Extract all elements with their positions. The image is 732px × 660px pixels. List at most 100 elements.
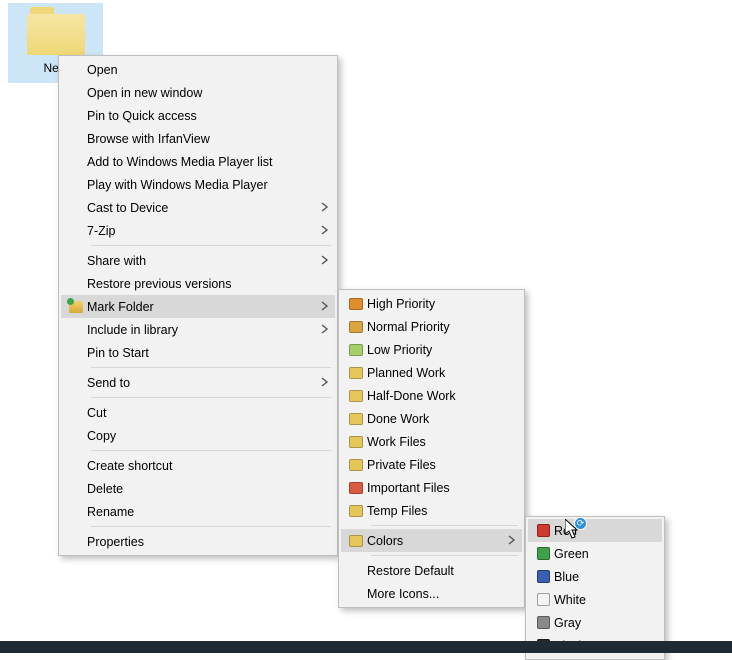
- menu-item-done-work[interactable]: Done Work: [341, 407, 522, 430]
- menu-item-label: Private Files: [367, 458, 504, 472]
- menu-item-label: White: [554, 593, 644, 607]
- menu-item-red[interactable]: Red: [528, 519, 662, 542]
- menu-item-low-priority[interactable]: Low Priority: [341, 338, 522, 361]
- menu-item-delete[interactable]: Delete: [61, 477, 335, 500]
- menu-item-label: Normal Priority: [367, 320, 504, 334]
- chevron-right-icon: [317, 224, 329, 238]
- menu-item-7zip[interactable]: 7-Zip: [61, 219, 335, 242]
- menu-item-restore-default[interactable]: Restore Default: [341, 559, 522, 582]
- menu-item-add-wmp[interactable]: Add to Windows Media Player list: [61, 150, 335, 173]
- menu-item-label: Low Priority: [367, 343, 504, 357]
- menu-item-open[interactable]: Open: [61, 58, 335, 81]
- menu-item-include-lib[interactable]: Include in library: [61, 318, 335, 341]
- menu-item-shortcut[interactable]: Create shortcut: [61, 454, 335, 477]
- chevron-right-icon: [504, 534, 516, 548]
- menu-item-rename[interactable]: Rename: [61, 500, 335, 523]
- menu-item-green[interactable]: Green: [528, 542, 662, 565]
- color-swatch-icon: [532, 593, 554, 606]
- menu-item-label: Restore previous versions: [87, 277, 317, 291]
- menu-item-more-icons[interactable]: More Icons...: [341, 582, 522, 605]
- menu-item-label: Half-Done Work: [367, 389, 504, 403]
- taskbar: [0, 641, 732, 653]
- separator: [91, 397, 331, 398]
- menu-item-important[interactable]: Important Files: [341, 476, 522, 499]
- menu-item-label: High Priority: [367, 297, 504, 311]
- menu-item-white[interactable]: White: [528, 588, 662, 611]
- folder-color-icon: [345, 344, 367, 356]
- folder-color-icon: [345, 367, 367, 379]
- folder-icon: [27, 7, 85, 55]
- chevron-right-icon: [317, 201, 329, 215]
- menu-item-label: Rename: [87, 505, 317, 519]
- color-swatch-icon: [532, 570, 554, 583]
- color-swatch-icon: [532, 547, 554, 560]
- submenu-colors: RedGreenBlueWhiteGrayBlack: [525, 516, 665, 660]
- submenu-mark-folder: High Priority Normal Priority Low Priority…: [338, 289, 525, 608]
- separator: [91, 526, 331, 527]
- menu-item-label: Create shortcut: [87, 459, 317, 473]
- menu-item-label: Important Files: [367, 481, 504, 495]
- folder-color-icon: [345, 298, 367, 310]
- folder-color-icon: [345, 459, 367, 471]
- menu-item-label: Add to Windows Media Player list: [87, 155, 317, 169]
- menu-item-label: Open: [87, 63, 317, 77]
- menu-item-label: Blue: [554, 570, 644, 584]
- menu-item-label: Properties: [87, 535, 317, 549]
- menu-item-label: Restore Default: [367, 564, 504, 578]
- menu-item-pin-start[interactable]: Pin to Start: [61, 341, 335, 364]
- menu-item-label: Planned Work: [367, 366, 504, 380]
- folder-color-icon: [345, 482, 367, 494]
- separator: [371, 555, 518, 556]
- menu-item-label: Include in library: [87, 323, 317, 337]
- menu-item-send-to[interactable]: Send to: [61, 371, 335, 394]
- separator: [91, 245, 331, 246]
- menu-item-open-new-window[interactable]: Open in new window: [61, 81, 335, 104]
- menu-item-share-with[interactable]: Share with: [61, 249, 335, 272]
- folder-color-icon: [345, 436, 367, 448]
- menu-item-label: Pin to Start: [87, 346, 317, 360]
- mouse-cursor: ⟳: [565, 519, 579, 539]
- menu-item-colors[interactable]: Colors: [341, 529, 522, 552]
- color-swatch-icon: [532, 524, 554, 537]
- separator: [91, 367, 331, 368]
- menu-item-normal-priority[interactable]: Normal Priority: [341, 315, 522, 338]
- menu-item-private-files[interactable]: Private Files: [341, 453, 522, 476]
- menu-item-label: Delete: [87, 482, 317, 496]
- chevron-right-icon: [317, 376, 329, 390]
- menu-item-label: Browse with IrfanView: [87, 132, 317, 146]
- folder-color-icon: [345, 505, 367, 517]
- menu-item-copy[interactable]: Copy: [61, 424, 335, 447]
- menu-item-half-done[interactable]: Half-Done Work: [341, 384, 522, 407]
- folder-color-icon: [345, 390, 367, 402]
- menu-item-work-files[interactable]: Work Files: [341, 430, 522, 453]
- menu-item-label: Gray: [554, 616, 644, 630]
- menu-item-restore-prev[interactable]: Restore previous versions: [61, 272, 335, 295]
- folder-color-icon: [345, 321, 367, 333]
- menu-item-label: More Icons...: [367, 587, 504, 601]
- menu-item-irfanview[interactable]: Browse with IrfanView: [61, 127, 335, 150]
- menu-item-label: Work Files: [367, 435, 504, 449]
- separator: [371, 525, 518, 526]
- menu-item-label: Share with: [87, 254, 317, 268]
- menu-item-label: Pin to Quick access: [87, 109, 317, 123]
- menu-item-label: Send to: [87, 376, 317, 390]
- menu-item-properties[interactable]: Properties: [61, 530, 335, 553]
- menu-item-play-wmp[interactable]: Play with Windows Media Player: [61, 173, 335, 196]
- menu-item-label: Green: [554, 547, 644, 561]
- menu-item-planned-work[interactable]: Planned Work: [341, 361, 522, 384]
- chevron-right-icon: [317, 300, 329, 314]
- context-menu-main: Open Open in new window Pin to Quick acces…: [58, 55, 338, 556]
- menu-item-pin-quick[interactable]: Pin to Quick access: [61, 104, 335, 127]
- menu-item-high-priority[interactable]: High Priority: [341, 292, 522, 315]
- mark-folder-icon: [65, 301, 87, 313]
- menu-item-label: Cast to Device: [87, 201, 317, 215]
- menu-item-cast[interactable]: Cast to Device: [61, 196, 335, 219]
- menu-item-mark-folder[interactable]: Mark Folder: [61, 295, 335, 318]
- menu-item-label: Done Work: [367, 412, 504, 426]
- folder-color-icon: [345, 535, 367, 547]
- menu-item-gray[interactable]: Gray: [528, 611, 662, 634]
- menu-item-cut[interactable]: Cut: [61, 401, 335, 424]
- menu-item-label: 7-Zip: [87, 224, 317, 238]
- menu-item-blue[interactable]: Blue: [528, 565, 662, 588]
- menu-item-temp-files[interactable]: Temp Files: [341, 499, 522, 522]
